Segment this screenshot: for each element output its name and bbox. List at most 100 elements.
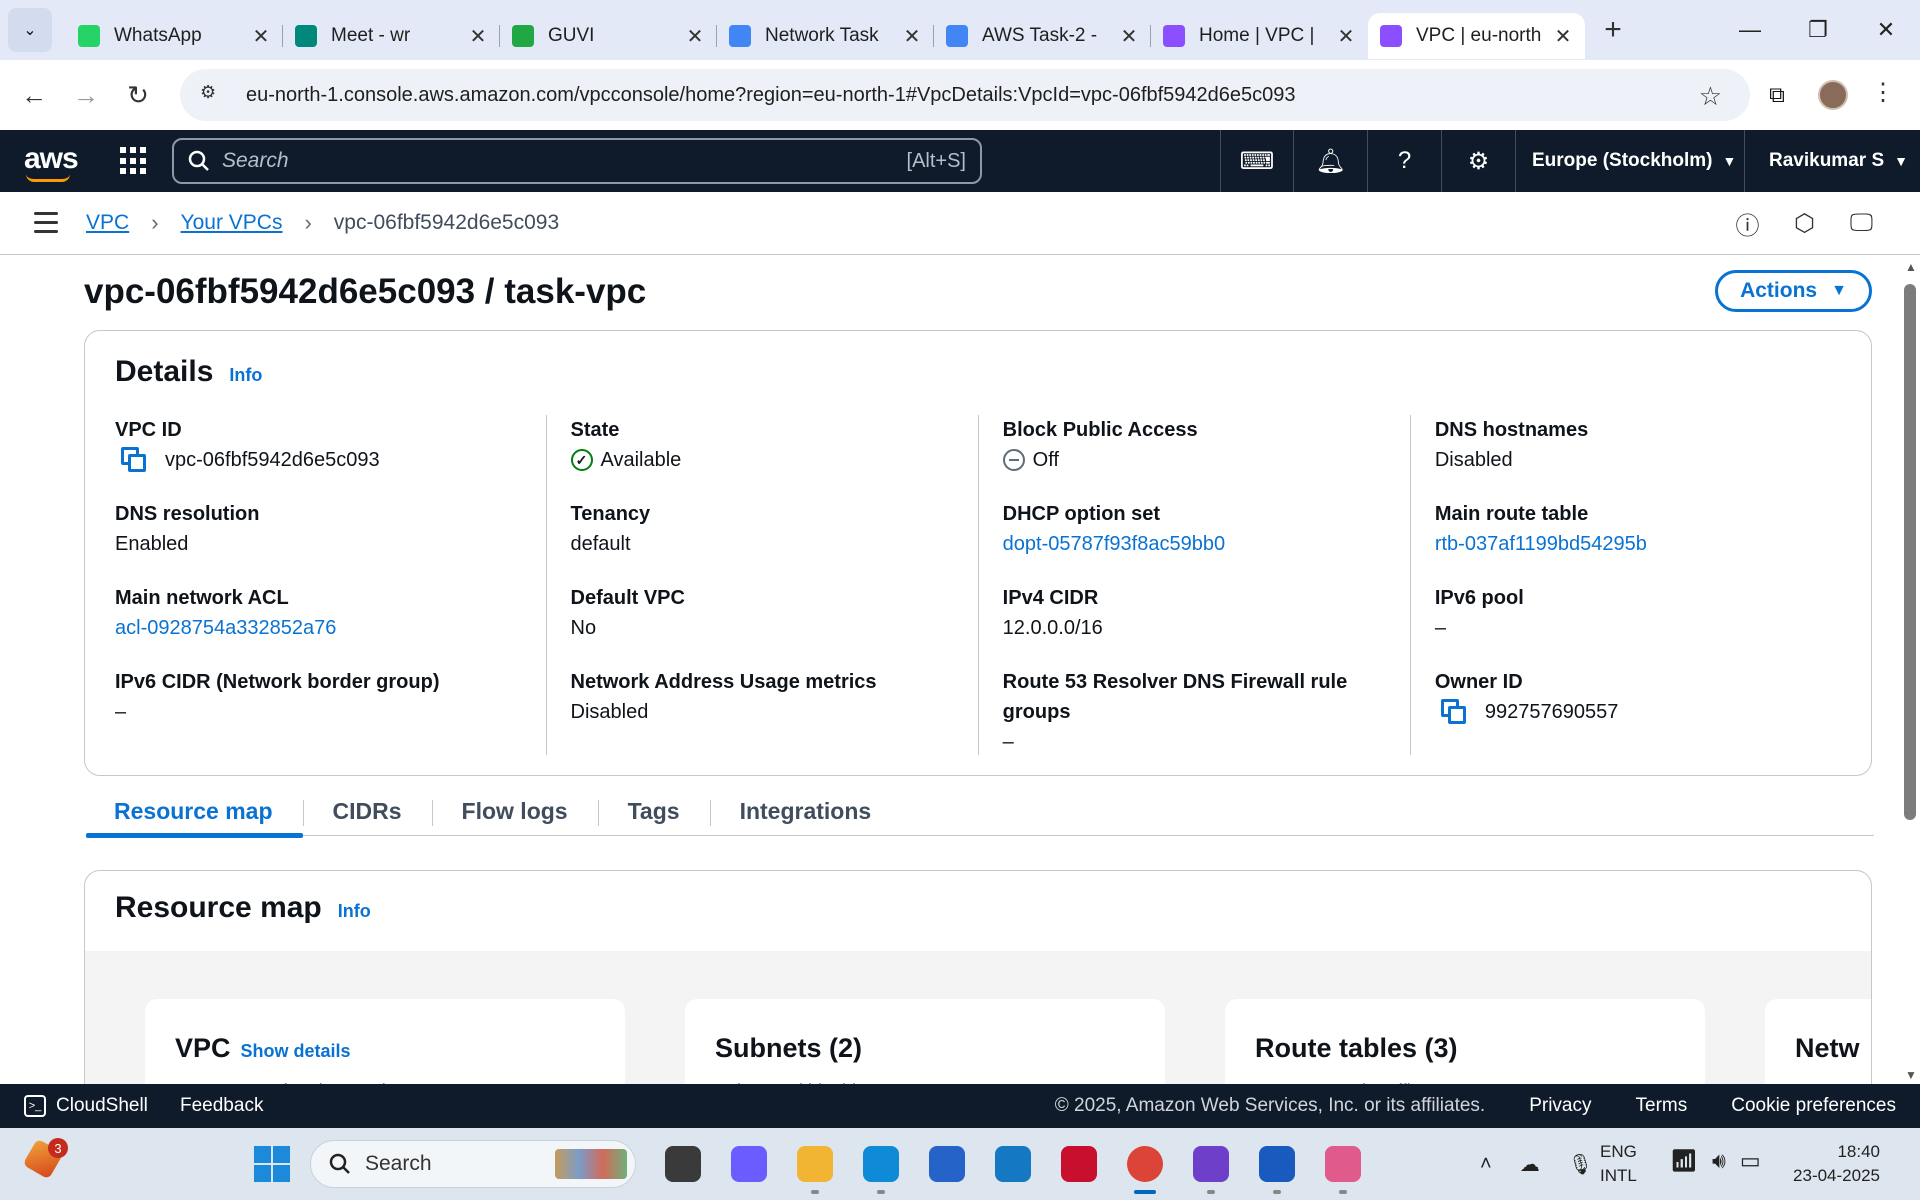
browser-tab[interactable]: Meet - wr ✕ (283, 13, 500, 59)
browser-menu-icon[interactable]: ⋮ (1868, 78, 1898, 112)
profile-avatar[interactable] (1818, 80, 1848, 110)
extensions-icon[interactable]: ⧉ (1752, 70, 1802, 120)
taskbar-app-copilot[interactable] (716, 1138, 782, 1190)
browser-tab[interactable]: VPC | eu-north ✕ (1368, 13, 1585, 59)
restore-button[interactable]: ❐ (1784, 0, 1852, 60)
browser-tabs: WhatsApp ✕ Meet - wr ✕ GUVI ✕ Network Task ✕ AWS… (66, 0, 1585, 60)
tab-integrations[interactable]: Integrations (709, 786, 902, 836)
scroll-down-arrow[interactable]: ▼ (1905, 1068, 1917, 1082)
tray-overflow-chevron-icon[interactable]: ˄ (1480, 1153, 1492, 1176)
browser-tab[interactable]: AWS Task-2 - ✕ (934, 13, 1151, 59)
close-tab-icon[interactable]: ✕ (1119, 24, 1139, 49)
close-window-button[interactable]: ✕ (1852, 0, 1920, 60)
notifications-bell-icon[interactable]: 🔔︎ (1294, 130, 1368, 192)
browser-tab[interactable]: WhatsApp ✕ (66, 13, 283, 59)
tab-resource-map[interactable]: Resource map (86, 786, 303, 838)
close-tab-icon[interactable]: ✕ (468, 24, 488, 49)
actions-button[interactable]: Actions ▼ (1715, 270, 1872, 312)
url-text[interactable]: eu-north-1.console.aws.amazon.com/vpccon… (246, 84, 1296, 107)
show-details-link[interactable]: Show details (241, 1041, 351, 1061)
onedrive-cloud-icon[interactable]: ☁ (1520, 1152, 1540, 1177)
taskbar-app-chrome[interactable] (1112, 1138, 1178, 1194)
site-settings-icon[interactable]: ⚙ (200, 82, 226, 108)
reload-button[interactable]: ↻ (112, 69, 164, 121)
close-tab-icon[interactable]: ✕ (685, 24, 705, 49)
taskbar-app-file-explorer[interactable] (782, 1138, 848, 1194)
region-label: Europe (Stockholm) (1532, 150, 1713, 171)
breadcrumb-your-vpcs[interactable]: Your VPCs (181, 211, 283, 235)
input-language[interactable]: ENG INTL (1600, 1140, 1637, 1188)
aws-logo-text: aws (24, 142, 79, 175)
back-button[interactable]: ← (8, 69, 60, 121)
scrollbar-thumb[interactable] (1904, 284, 1916, 820)
copy-icon[interactable] (121, 447, 147, 473)
account-menu[interactable]: Ravikumar S ▼ (1744, 130, 1908, 192)
main-content: vpc-06fbf5942d6e5c093 / task-vpc Actions… (0, 256, 1900, 1084)
dns-resolution-label: DNS resolution (115, 503, 260, 525)
tab-tags[interactable]: Tags (597, 786, 710, 836)
microphone-icon[interactable]: 🎙︎ (1568, 1152, 1593, 1177)
scroll-up-arrow[interactable]: ▲ (1905, 260, 1917, 274)
taskbar-app-store[interactable] (914, 1138, 980, 1190)
help-icon[interactable]: ? (1368, 130, 1442, 192)
browser-tab[interactable]: Home | VPC | ✕ (1151, 13, 1368, 59)
aws-logo[interactable]: aws (24, 142, 79, 182)
services-menu-icon[interactable] (120, 147, 148, 175)
close-tab-icon[interactable]: ✕ (251, 24, 271, 49)
close-tab-icon[interactable]: ✕ (902, 24, 922, 49)
address-bar[interactable]: ⚙ eu-north-1.console.aws.amazon.com/vpcc… (180, 69, 1750, 121)
close-tab-icon[interactable]: ✕ (1553, 24, 1573, 49)
bookmark-star-icon[interactable]: ☆ (1699, 81, 1722, 112)
info-panel-icon[interactable]: ⓘ (1719, 206, 1776, 240)
taskbar-clock[interactable]: 18:40 23-04-2025 (1793, 1140, 1880, 1188)
taskbar-app-mcafee[interactable] (1046, 1138, 1112, 1190)
taskbar-app-github-desktop[interactable] (1178, 1138, 1244, 1194)
cloudshell-icon[interactable]: ⌨ (1220, 130, 1294, 192)
feedback-link[interactable]: Feedback (180, 1095, 263, 1117)
chevron-right-icon: › (151, 210, 159, 235)
details-info-link[interactable]: Info (229, 365, 262, 385)
resource-map-info-link[interactable]: Info (338, 901, 371, 921)
docs-icon (946, 25, 968, 47)
cookie-preferences-link[interactable]: Cookie preferences (1731, 1095, 1896, 1117)
main-acl-link[interactable]: acl-0928754a332852a76 (115, 613, 546, 643)
taskbar-app-snipping-tool[interactable] (1310, 1138, 1376, 1194)
tab-cidrs[interactable]: CIDRs (302, 786, 432, 836)
region-selector[interactable]: Europe (Stockholm) ▼ (1532, 130, 1736, 192)
security-icon[interactable]: ⬡ (1776, 206, 1833, 240)
side-nav-toggle-icon[interactable] (34, 212, 58, 233)
terms-link[interactable]: Terms (1636, 1095, 1688, 1117)
aws-search-input[interactable]: Search [Alt+S] (172, 138, 982, 184)
minimize-button[interactable]: — (1716, 0, 1784, 60)
tab-flow-logs[interactable]: Flow logs (431, 786, 598, 836)
page-scrollbar[interactable]: ▲ ▼ (1900, 256, 1920, 1084)
breadcrumb-vpc[interactable]: VPC (86, 211, 129, 235)
cloudshell-button[interactable]: >_ CloudShell (24, 1095, 148, 1117)
dhcp-link[interactable]: dopt-05787f93f8ac59bb0 (1003, 529, 1410, 559)
taskbar-app-dell[interactable] (980, 1138, 1046, 1190)
browser-tab[interactable]: Network Task ✕ (717, 13, 934, 59)
resource-map-box-title: Netw (1795, 1033, 1860, 1063)
start-button[interactable] (254, 1146, 290, 1182)
quick-settings[interactable]: 📶︎ 🔊︎ ▭ (1670, 1148, 1775, 1174)
privacy-link[interactable]: Privacy (1529, 1095, 1591, 1117)
new-tab-button[interactable]: + (1593, 10, 1633, 50)
r53-value: – (1002, 731, 1014, 753)
nau-metrics-value: Disabled (570, 701, 649, 723)
browser-tab[interactable]: GUVI ✕ (500, 13, 717, 59)
taskbar-app-task-view[interactable] (650, 1138, 716, 1190)
search-shortcut: [Alt+S] (906, 150, 966, 172)
browser-tab-title: AWS Task-2 - (982, 25, 1098, 46)
monitor-icon[interactable]: 🖵 (1833, 206, 1890, 240)
forward-button[interactable]: → (60, 69, 112, 121)
widgets-icon[interactable]: 3 (22, 1138, 68, 1182)
taskbar-search[interactable]: Search (310, 1140, 636, 1188)
settings-gear-icon[interactable]: ⚙ (1442, 130, 1516, 192)
tab-search-button[interactable]: ⌄ (8, 8, 52, 52)
main-route-table-link[interactable]: rtb-037af1199bd54295b (1435, 529, 1843, 559)
close-tab-icon[interactable]: ✕ (1336, 24, 1356, 49)
bpa-label: Block Public Access (1002, 419, 1198, 441)
copy-icon[interactable] (1440, 699, 1467, 725)
taskbar-app-word[interactable] (1244, 1138, 1310, 1194)
taskbar-app-edge[interactable] (848, 1138, 914, 1194)
